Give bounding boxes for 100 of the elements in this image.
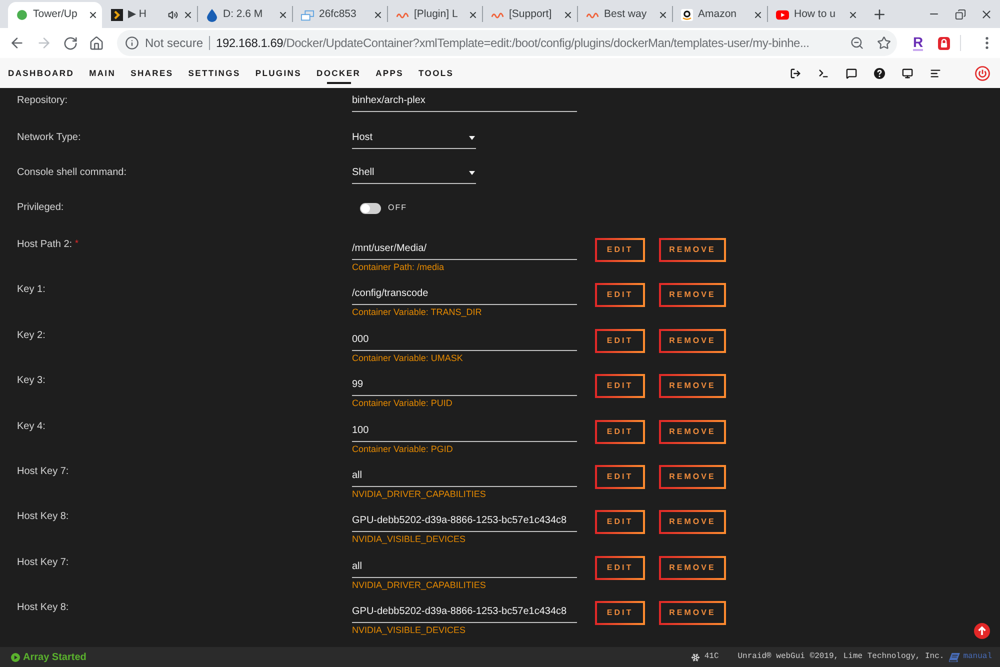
field-hint: NVIDIA_DRIVER_CAPABILITIES (352, 578, 487, 592)
close-icon[interactable] (183, 10, 193, 20)
home-icon[interactable] (89, 36, 104, 50)
nav-item[interactable]: SHARES (130, 58, 174, 88)
remove-button[interactable]: REMOVE (659, 510, 726, 534)
nav-item[interactable]: SETTINGS (188, 58, 240, 88)
speaker-icon[interactable] (168, 10, 178, 20)
field-label: Host Key 8: (17, 510, 69, 524)
text-field[interactable]: binhex/arch-plex (352, 94, 577, 112)
array-status: Array Started (23, 650, 86, 664)
nav-item[interactable]: MAIN (89, 58, 116, 88)
nav-item[interactable]: PLUGINS (255, 58, 302, 88)
close-icon[interactable] (658, 10, 668, 20)
edit-button[interactable]: EDIT (595, 238, 645, 262)
browser-tab[interactable]: Best way (578, 2, 672, 28)
dropdown[interactable]: Host (352, 131, 476, 149)
monitor-icon[interactable] (902, 68, 913, 78)
log-icon[interactable] (930, 68, 941, 78)
back-icon[interactable] (9, 35, 25, 51)
remove-button[interactable]: REMOVE (659, 420, 726, 444)
close-icon[interactable] (753, 10, 763, 20)
edit-button[interactable]: EDIT (595, 328, 645, 353)
edit-button[interactable]: EDIT (595, 601, 645, 626)
dropdown[interactable]: Shell (352, 166, 476, 184)
text-field[interactable]: 100 (352, 420, 577, 442)
text-field[interactable]: all (352, 556, 577, 578)
remove-button[interactable]: REMOVE (659, 374, 726, 398)
text-field[interactable]: /config/transcode (352, 283, 577, 306)
power-icon[interactable] (975, 66, 990, 80)
close-icon[interactable] (88, 10, 98, 20)
restore-icon[interactable] (955, 8, 966, 20)
caret-icon (469, 171, 475, 175)
browser-tab[interactable]: ▶ H (103, 2, 197, 28)
padlock-icon[interactable] (937, 36, 952, 50)
browser-tab[interactable]: [Support] (483, 2, 577, 28)
close-icon[interactable] (468, 10, 478, 20)
terminal-icon[interactable] (818, 68, 829, 78)
reload-icon[interactable] (63, 36, 78, 50)
close-icon[interactable] (278, 10, 288, 20)
bookmark-star-icon[interactable] (877, 36, 891, 50)
wave-icon (491, 11, 504, 19)
edit-button[interactable]: EDIT (595, 420, 645, 444)
field-hint: Container Variable: PGID (352, 442, 454, 456)
field-hint: Container Variable: PUID (352, 397, 454, 410)
text-field[interactable]: 000 (352, 328, 577, 351)
remove-button[interactable]: REMOVE (659, 328, 726, 353)
remove-button[interactable]: REMOVE (659, 238, 726, 262)
address-field[interactable]: Not secure 192.168.1.69/Docker/UpdateContainer?xmlTemplate=edit:/boot/config/plugins/dockerMan/templates-user/my-binhe... (117, 30, 897, 56)
security-label: Not secure (145, 35, 204, 52)
field-label: Host Key 7: (17, 556, 69, 570)
edit-button[interactable]: EDIT (595, 283, 645, 308)
new-tab-icon[interactable] (872, 6, 887, 22)
nav-item[interactable]: DASHBOARD (8, 58, 74, 88)
remove-button[interactable]: REMOVE (659, 283, 726, 308)
text-field[interactable]: GPU-debb5202-d39a-8866-1253-bc57e1c434c8 (352, 601, 577, 624)
field-label: Console shell command: (17, 166, 128, 180)
extension-badge[interactable]: R (913, 35, 924, 51)
browser-tab[interactable]: Tower/Up (8, 2, 102, 28)
browser-tab[interactable]: Amazon (673, 2, 767, 28)
close-window-icon[interactable] (980, 8, 993, 20)
close-icon[interactable] (848, 10, 858, 20)
nav-item[interactable]: TOOLS (418, 58, 454, 88)
text-field[interactable]: all (352, 464, 577, 487)
toggle-state: OFF (388, 202, 407, 214)
edit-button[interactable]: EDIT (595, 510, 645, 534)
field-hint: Container Path: /media (352, 261, 446, 274)
required-mark: * (75, 238, 79, 248)
caret-icon (469, 136, 475, 140)
edit-button[interactable]: EDIT (595, 374, 645, 398)
edit-button[interactable]: EDIT (595, 464, 645, 489)
browser-tab[interactable]: [Plugin] L (388, 2, 482, 28)
field-label: Privileged: (17, 201, 65, 215)
text-field[interactable]: /mnt/user/Media/ (352, 238, 577, 260)
field-hint: Container Variable: TRANS_DIR (352, 306, 483, 320)
info-icon[interactable] (125, 36, 139, 50)
text-field[interactable]: 99 (352, 374, 577, 396)
toggle-switch[interactable] (360, 203, 381, 214)
smile-tile-icon (681, 9, 693, 21)
remove-button[interactable]: REMOVE (659, 601, 726, 626)
edit-button[interactable]: EDIT (595, 556, 645, 580)
text-field[interactable]: GPU-debb5202-d39a-8866-1253-bc57e1c434c8 (352, 510, 577, 532)
browser-tab[interactable]: How to u (768, 2, 862, 28)
droplet-icon (207, 8, 217, 22)
field-label: Key 3: (17, 374, 46, 388)
field-label: Repository: (17, 94, 69, 108)
temperature-reading: 41C (704, 651, 719, 663)
zoom-out-icon[interactable] (850, 36, 864, 50)
remove-button[interactable]: REMOVE (659, 556, 726, 580)
help-icon[interactable] (874, 68, 885, 78)
browser-tab[interactable]: D: 2.6 M (198, 2, 292, 28)
field-label: Host Key 7: (17, 464, 69, 479)
nav-item[interactable]: APPS (376, 58, 404, 88)
remove-button[interactable]: REMOVE (659, 464, 726, 489)
close-icon[interactable] (373, 10, 383, 20)
nav-item[interactable]: DOCKER (316, 58, 361, 88)
browser-tab[interactable]: 26fc853 (293, 2, 387, 28)
logout-icon[interactable] (790, 68, 801, 78)
close-icon[interactable] (563, 10, 573, 20)
scroll-top-icon[interactable] (974, 623, 990, 639)
feedback-icon[interactable] (846, 68, 857, 78)
